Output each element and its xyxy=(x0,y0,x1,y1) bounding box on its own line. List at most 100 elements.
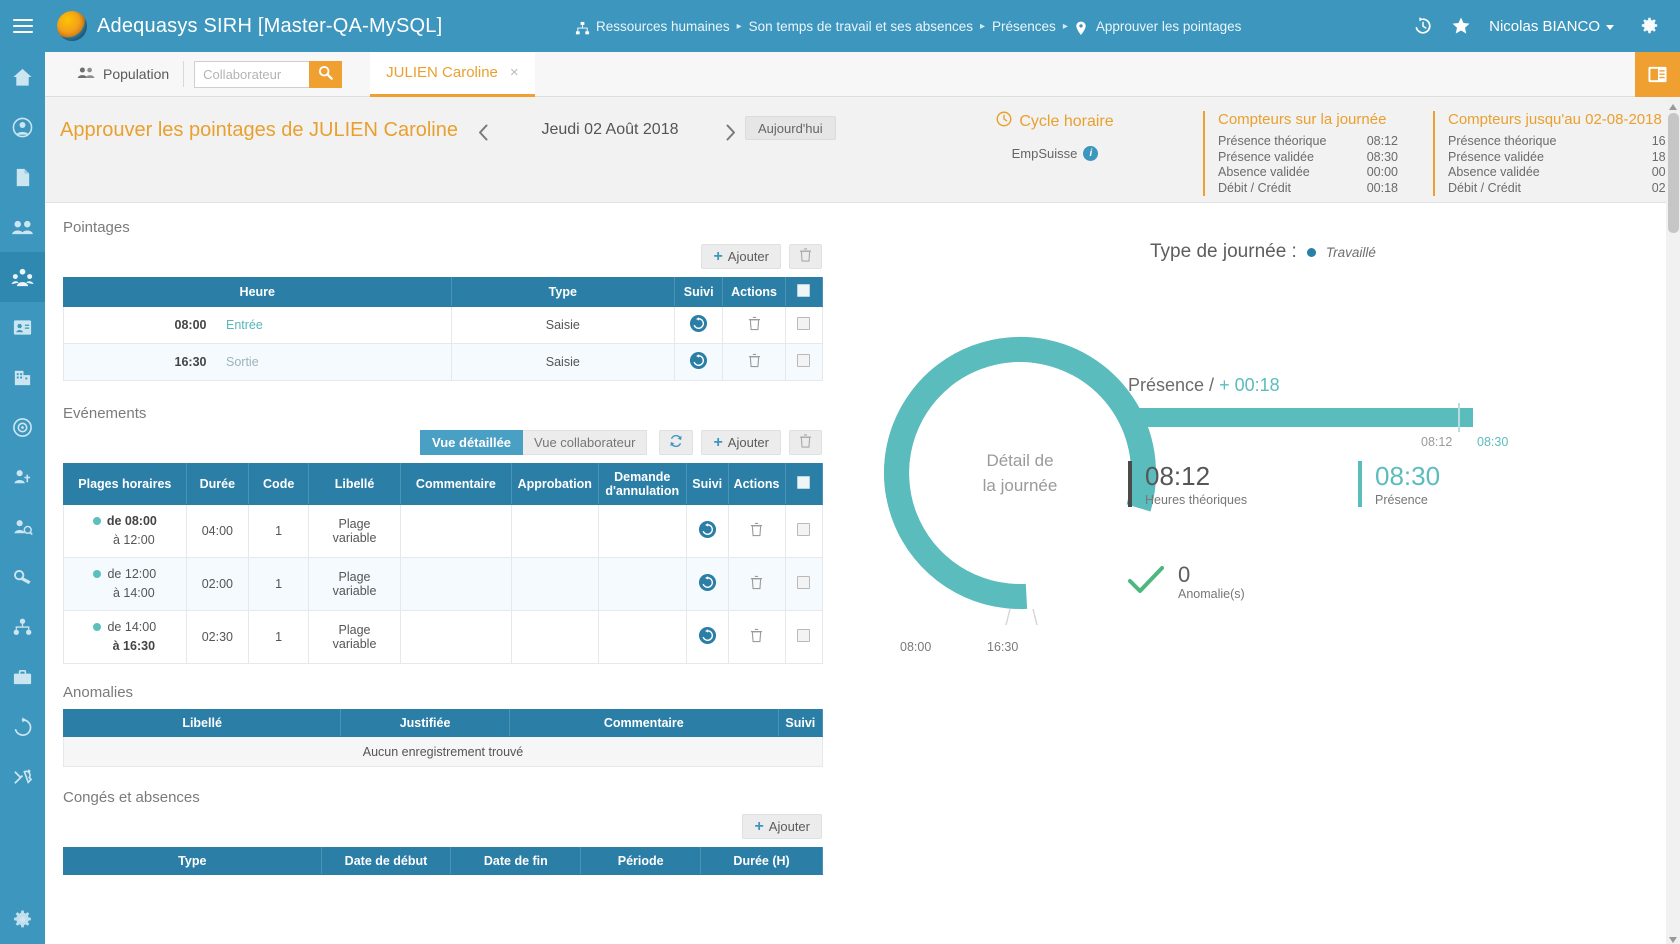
sidebar-item-company[interactable] xyxy=(0,352,45,402)
close-icon[interactable]: × xyxy=(510,64,519,81)
breadcrumb-item-2[interactable]: Présences xyxy=(992,19,1056,34)
hamburger-icon[interactable] xyxy=(0,0,45,52)
row-checkbox[interactable] xyxy=(797,354,811,367)
col-periode: Période xyxy=(580,847,702,875)
row-checkbox[interactable] xyxy=(797,523,811,536)
pointages-delete-button[interactable] xyxy=(789,244,822,269)
scroll-thumb[interactable] xyxy=(1668,113,1679,233)
cell-suivi[interactable] xyxy=(685,610,729,664)
cycle-value: EmpSuisse xyxy=(1011,146,1078,161)
sidebar-item-evaluation[interactable] xyxy=(0,502,45,552)
col-select-all[interactable] xyxy=(784,277,824,307)
population-button[interactable]: Population xyxy=(45,52,183,97)
cell-select[interactable] xyxy=(784,557,823,611)
cell-actions[interactable] xyxy=(722,306,786,344)
select-all-checkbox[interactable] xyxy=(797,476,811,489)
sidebar-item-refresh[interactable] xyxy=(0,702,45,752)
today-button[interactable]: Aujourd'hui xyxy=(745,116,836,140)
breadcrumb-item-0[interactable]: Ressources humaines xyxy=(596,19,730,34)
col-select-all[interactable] xyxy=(784,463,823,505)
cell-select[interactable] xyxy=(784,306,824,344)
evenements-refresh-button[interactable] xyxy=(659,430,694,455)
bar-presence-label: 08:30 xyxy=(1477,435,1509,449)
select-all-checkbox[interactable] xyxy=(797,284,811,297)
previous-day-button[interactable] xyxy=(470,119,496,145)
table-row[interactable]: de 14:00 à 16:30 02:30 1 Plage variable xyxy=(63,610,823,664)
view-collaborateur-toggle[interactable]: Vue collaborateur xyxy=(523,430,648,455)
evenements-delete-button[interactable] xyxy=(789,430,822,455)
sidebar-item-org[interactable] xyxy=(0,602,45,652)
sidebar-item-tools[interactable] xyxy=(0,752,45,802)
history-circle-icon[interactable] xyxy=(698,626,717,648)
history-circle-icon[interactable] xyxy=(698,573,717,595)
row-checkbox[interactable] xyxy=(797,629,811,642)
cell-suivi[interactable] xyxy=(674,306,724,344)
cell-suivi[interactable] xyxy=(674,343,724,381)
cell-actions[interactable] xyxy=(722,343,786,381)
history-circle-icon[interactable] xyxy=(689,351,708,370)
counter-value: 08:12 xyxy=(1366,134,1398,148)
history-circle-icon[interactable] xyxy=(698,520,717,542)
sidebar-item-team[interactable] xyxy=(0,202,45,252)
cell-actions[interactable] xyxy=(727,504,786,558)
row-delete-icon[interactable] xyxy=(750,628,763,646)
page-scrollbar[interactable] xyxy=(1666,97,1680,944)
cell-suivi[interactable] xyxy=(685,504,729,558)
star-icon[interactable] xyxy=(1451,16,1471,36)
row-checkbox[interactable] xyxy=(797,317,811,330)
sidebar-item-security[interactable] xyxy=(0,552,45,602)
row-delete-icon[interactable] xyxy=(748,316,761,334)
user-menu[interactable]: Nicolas BIANCO xyxy=(1489,18,1614,35)
cell-select[interactable] xyxy=(784,504,823,558)
sidebar-item-home[interactable] xyxy=(0,52,45,102)
cell-select[interactable] xyxy=(784,343,824,381)
row-checkbox[interactable] xyxy=(797,576,811,589)
sidebar-item-briefcase[interactable] xyxy=(0,652,45,702)
view-detail-toggle[interactable]: Vue détaillée xyxy=(420,430,524,455)
history-circle-icon[interactable] xyxy=(689,314,708,333)
breadcrumb-item-1[interactable]: Son temps de travail et ses absences xyxy=(749,19,973,34)
type-journee-label: Type de journée : xyxy=(1150,241,1297,262)
scroll-up-icon[interactable] xyxy=(1668,99,1678,110)
panel-toggle-button[interactable] xyxy=(1635,52,1680,97)
cell-commentaire xyxy=(399,557,512,611)
info-icon[interactable]: i xyxy=(1083,146,1099,161)
sidebar-item-time-management[interactable] xyxy=(0,252,45,302)
sidebar-item-recruiting[interactable] xyxy=(0,452,45,502)
table-row[interactable]: de 12:00 à 14:00 02:00 1 Plage variable xyxy=(63,557,823,611)
counter-row: Débit / Crédit 02:06 xyxy=(1448,181,1680,197)
table-row[interactable]: de 08:00 à 12:00 04:00 1 Plage variable xyxy=(63,504,823,558)
row-delete-icon[interactable] xyxy=(748,353,761,371)
search-button[interactable] xyxy=(309,60,343,88)
trash-icon xyxy=(799,248,812,265)
cell-suivi[interactable] xyxy=(685,557,729,611)
cell-actions[interactable] xyxy=(727,557,786,611)
counters-day-block: Compteurs sur la journée Présence théori… xyxy=(1203,111,1398,196)
cell-actions[interactable] xyxy=(727,610,786,664)
sidebar-item-person-card[interactable] xyxy=(0,302,45,352)
evenements-add-button[interactable]: + Ajouter xyxy=(701,430,781,455)
gear-icon[interactable] xyxy=(1632,0,1666,52)
table-header-row: Heure Type Suivi Actions xyxy=(63,277,824,307)
col-date-debut: Date de début xyxy=(320,847,452,875)
sidebar-item-documents[interactable] xyxy=(0,152,45,202)
history-icon[interactable] xyxy=(1413,16,1433,36)
scroll-down-icon[interactable] xyxy=(1668,932,1678,943)
pointages-add-button[interactable]: + Ajouter xyxy=(701,244,781,269)
next-day-button[interactable] xyxy=(717,119,743,145)
search-input[interactable] xyxy=(194,60,310,88)
clock-icon xyxy=(996,111,1012,132)
breadcrumb-item-3[interactable]: Approuver les pointages xyxy=(1096,19,1242,34)
sidebar-item-target[interactable] xyxy=(0,402,45,452)
table-row[interactable]: 08:00 Entrée Saisie xyxy=(63,306,824,344)
tab-julien-caroline[interactable]: JULIEN Caroline × xyxy=(370,51,535,97)
sidebar-item-settings[interactable] xyxy=(0,894,45,944)
plus-icon: + xyxy=(713,433,723,451)
conges-add-button[interactable]: + Ajouter xyxy=(742,814,822,839)
sidebar-item-profile[interactable] xyxy=(0,102,45,152)
row-delete-icon[interactable] xyxy=(750,522,763,540)
table-row[interactable]: 16:30 Sortie Saisie xyxy=(63,343,824,381)
row-delete-icon[interactable] xyxy=(750,575,763,593)
type-journee-dot-icon xyxy=(1306,247,1316,257)
cell-select[interactable] xyxy=(784,610,823,664)
